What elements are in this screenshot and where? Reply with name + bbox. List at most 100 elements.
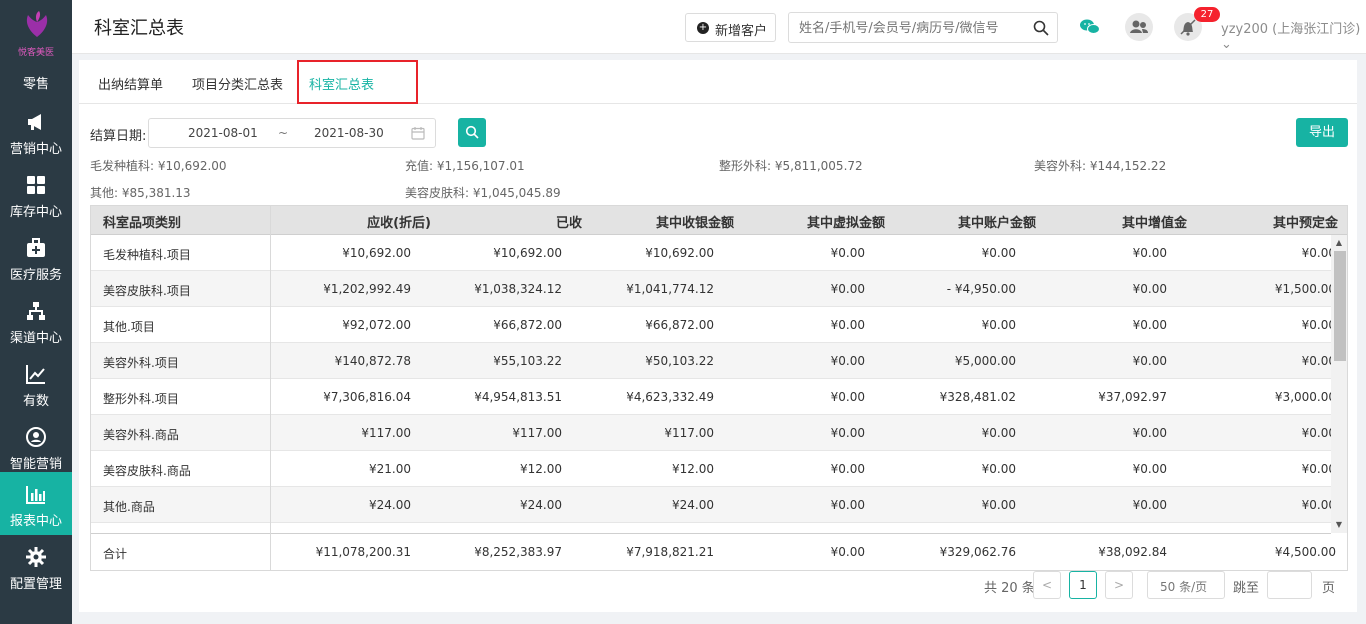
- cell-cashier: ¥10,692.00: [645, 246, 714, 260]
- table-row[interactable]: 美容皮肤科.商品 ¥21.00 ¥12.00 ¥12.00 ¥0.00 ¥0.0…: [91, 451, 1336, 487]
- cell-virtual: ¥0.00: [830, 498, 865, 512]
- cell-category: 其他.商品: [103, 500, 155, 514]
- col-account[interactable]: 其中账户金额: [958, 212, 1036, 231]
- sidebar-item-analytics[interactable]: 有数: [0, 352, 72, 415]
- scrollbar-thumb[interactable]: [1334, 251, 1346, 361]
- medical-kit-icon: [27, 238, 45, 257]
- search-input[interactable]: [799, 19, 1024, 37]
- summary-cosmetic-surgery: 美容外科: ¥144,152.22: [1034, 159, 1167, 173]
- next-page-button[interactable]: >: [1105, 571, 1133, 599]
- cell-cashier: ¥1,041,774.12: [626, 282, 714, 296]
- page-title: 科室汇总表: [94, 18, 184, 39]
- cell-bonus: ¥0.00: [1132, 282, 1167, 296]
- start-date[interactable]: 2021-08-01: [188, 126, 258, 140]
- cell-account: ¥328,481.02: [939, 390, 1016, 404]
- table-row[interactable]: 美容皮肤科.项目 ¥1,202,992.49 ¥1,038,324.12 ¥1,…: [91, 271, 1336, 307]
- col-bonus[interactable]: 其中增值金: [1122, 212, 1187, 231]
- table-row[interactable]: 美容外科.项目 ¥140,872.78 ¥55,103.22 ¥50,103.2…: [91, 343, 1336, 379]
- notification-badge: 27: [1194, 7, 1220, 22]
- cell-received: ¥55,103.22: [493, 354, 562, 368]
- cell-bonus: ¥0.00: [1132, 498, 1167, 512]
- cell-bonus: ¥0.00: [1132, 462, 1167, 476]
- col-deposit[interactable]: 其中预定金: [1273, 212, 1338, 231]
- add-customer-button[interactable]: + 新增客户: [685, 13, 776, 42]
- page-size-select[interactable]: 50 条/页: [1147, 571, 1225, 599]
- table-row[interactable]: 其他.商品 ¥24.00 ¥24.00 ¥24.00 ¥0.00 ¥0.00 ¥…: [91, 487, 1336, 523]
- table-row[interactable]: 整形外科.项目 ¥7,306,816.04 ¥4,954,813.51 ¥4,6…: [91, 379, 1336, 415]
- cell-account: ¥0.00: [981, 318, 1016, 332]
- main-card: 出纳结算单 项目分类汇总表 科室汇总表 结算日期: 2021-08-01 ~ 2…: [79, 60, 1357, 612]
- megaphone-icon: [28, 114, 41, 130]
- cell-account: ¥0.00: [981, 498, 1016, 512]
- logo: 悦客美医: [0, 0, 72, 60]
- cell-received: ¥24.00: [520, 498, 562, 512]
- cell-virtual: ¥0.00: [830, 282, 865, 296]
- scroll-up-arrow-icon[interactable]: ▲: [1335, 238, 1343, 247]
- cell-virtual: ¥0.00: [830, 246, 865, 260]
- gear-icon: [26, 547, 46, 567]
- sidebar-item-label: 报表中心: [9, 514, 62, 529]
- sidebar-item-label: 有数: [22, 394, 49, 409]
- cell-category: 美容皮肤科.项目: [103, 284, 191, 298]
- total-cashier: ¥7,918,821.21: [626, 545, 714, 559]
- sidebar-item-inventory[interactable]: 库存中心: [0, 163, 72, 226]
- tab-bar: 出纳结算单 项目分类汇总表 科室汇总表: [79, 60, 1357, 104]
- page-size-value: 50 条/页: [1160, 580, 1208, 594]
- wechat-icon[interactable]: [1075, 12, 1105, 42]
- search-icon: [465, 125, 479, 139]
- date-separator: ~: [278, 126, 289, 140]
- col-category[interactable]: 科室品项类别: [103, 212, 181, 231]
- sidebar-item-retail[interactable]: 零售: [0, 62, 72, 98]
- tab-item-category-summary[interactable]: 项目分类汇总表: [192, 74, 283, 93]
- cell-category: 美容皮肤科.商品: [103, 464, 191, 478]
- sidebar-item-channel[interactable]: 渠道中心: [0, 289, 72, 352]
- cell-receivable: ¥7,306,816.04: [323, 390, 411, 404]
- jump-page-input[interactable]: [1267, 571, 1312, 599]
- cell-received: ¥1,038,324.12: [474, 282, 562, 296]
- cell-receivable: ¥24.00: [369, 498, 411, 512]
- col-received[interactable]: 已收: [556, 212, 582, 231]
- total-bonus: ¥38,092.84: [1098, 545, 1167, 559]
- search-button[interactable]: [458, 118, 486, 147]
- table-row[interactable]: 其他.项目 ¥92,072.00 ¥66,872.00 ¥66,872.00 ¥…: [91, 307, 1336, 343]
- end-date[interactable]: 2021-08-30: [314, 126, 384, 140]
- sidebar-item-marketing[interactable]: 营销中心: [0, 100, 72, 163]
- tab-cashier-statement[interactable]: 出纳结算单: [98, 74, 163, 93]
- summary-hair: 毛发种植科: ¥10,692.00: [90, 159, 227, 173]
- table-row[interactable]: 美容外科.商品 ¥117.00 ¥117.00 ¥117.00 ¥0.00 ¥0…: [91, 415, 1336, 451]
- sidebar-item-label: 医疗服务: [9, 268, 62, 283]
- date-range-picker[interactable]: 2021-08-01 ~ 2021-08-30: [148, 118, 436, 148]
- cell-receivable: ¥21.00: [369, 462, 411, 476]
- col-virtual[interactable]: 其中虚拟金额: [807, 212, 885, 231]
- col-receivable[interactable]: 应收(折后): [367, 212, 431, 231]
- highlight-box: [297, 60, 418, 104]
- scroll-down-arrow-icon[interactable]: ▼: [1335, 520, 1343, 529]
- total-virtual: ¥0.00: [830, 545, 865, 559]
- table-row[interactable]: 毛发种植科.项目 ¥10,692.00 ¥10,692.00 ¥10,692.0…: [91, 235, 1336, 271]
- cell-account: ¥0.00: [981, 246, 1016, 260]
- total-received: ¥8,252,383.97: [474, 545, 562, 559]
- total-label: 合计: [103, 547, 128, 561]
- cell-bonus: ¥0.00: [1132, 426, 1167, 440]
- sidebar-item-smart-marketing[interactable]: 智能营销: [0, 415, 72, 478]
- user-menu[interactable]: yzy200 (上海张江门诊) ⌄: [1221, 18, 1366, 52]
- summary-dermatology: 美容皮肤科: ¥1,045,045.89: [405, 186, 561, 200]
- cell-virtual: ¥0.00: [830, 354, 865, 368]
- summary-other: 其他: ¥85,381.13: [90, 186, 191, 200]
- search-icon[interactable]: [1033, 20, 1049, 36]
- sidebar-item-settings[interactable]: 配置管理: [0, 535, 72, 598]
- customer-service-icon[interactable]: [1124, 12, 1154, 42]
- sidebar-item-label: 零售: [22, 77, 49, 92]
- cell-received: ¥12.00: [520, 462, 562, 476]
- cell-bonus: ¥0.00: [1132, 318, 1167, 332]
- page-1-button[interactable]: 1: [1069, 571, 1097, 599]
- cell-bonus: ¥0.00: [1132, 246, 1167, 260]
- export-button[interactable]: 导出: [1296, 118, 1348, 147]
- cell-cashier: ¥12.00: [672, 462, 714, 476]
- jump-label: 跳至: [1233, 581, 1260, 596]
- prev-page-button[interactable]: <: [1033, 571, 1061, 599]
- org-chart-icon: [27, 302, 45, 320]
- sidebar-item-reports[interactable]: 报表中心: [0, 472, 72, 535]
- sidebar-item-medical[interactable]: 医疗服务: [0, 226, 72, 289]
- col-cashier[interactable]: 其中收银金额: [656, 212, 734, 231]
